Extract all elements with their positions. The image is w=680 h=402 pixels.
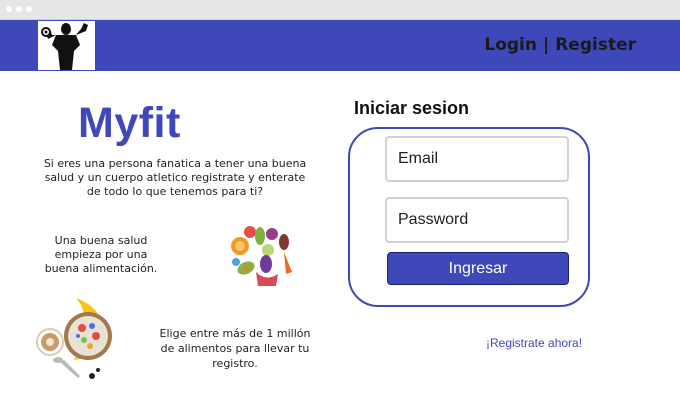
header-bar: Login | Register: [0, 20, 680, 71]
fruit-bowl-icon: [34, 298, 118, 384]
register-now-link[interactable]: ¡Registrate ahora!: [486, 336, 582, 350]
nutrition-tip: Una buena salud empieza por una buena al…: [44, 234, 158, 275]
window-dot-icon: [26, 6, 32, 12]
login-title: Iniciar sesion: [354, 98, 470, 118]
password-field[interactable]: [385, 197, 569, 243]
login-link[interactable]: Login: [484, 35, 537, 55]
submit-button[interactable]: Ingresar: [387, 252, 569, 285]
email-field[interactable]: [385, 136, 569, 182]
nav-separator: |: [543, 35, 550, 55]
vegetables-icon: [226, 224, 298, 290]
register-link[interactable]: Register: [555, 35, 636, 55]
brand-title: Myfit: [78, 99, 181, 147]
nav: Login | Register: [484, 35, 636, 55]
browser-chrome: [0, 0, 680, 20]
window-dot-icon: [16, 6, 22, 12]
window-dot-icon: [6, 6, 12, 12]
intro-text: Si eres una persona fanatica a tener una…: [43, 157, 307, 198]
bodybuilder-logo-icon[interactable]: [38, 21, 95, 70]
food-database-tip: Elige entre más de 1 millón de alimentos…: [159, 327, 311, 370]
